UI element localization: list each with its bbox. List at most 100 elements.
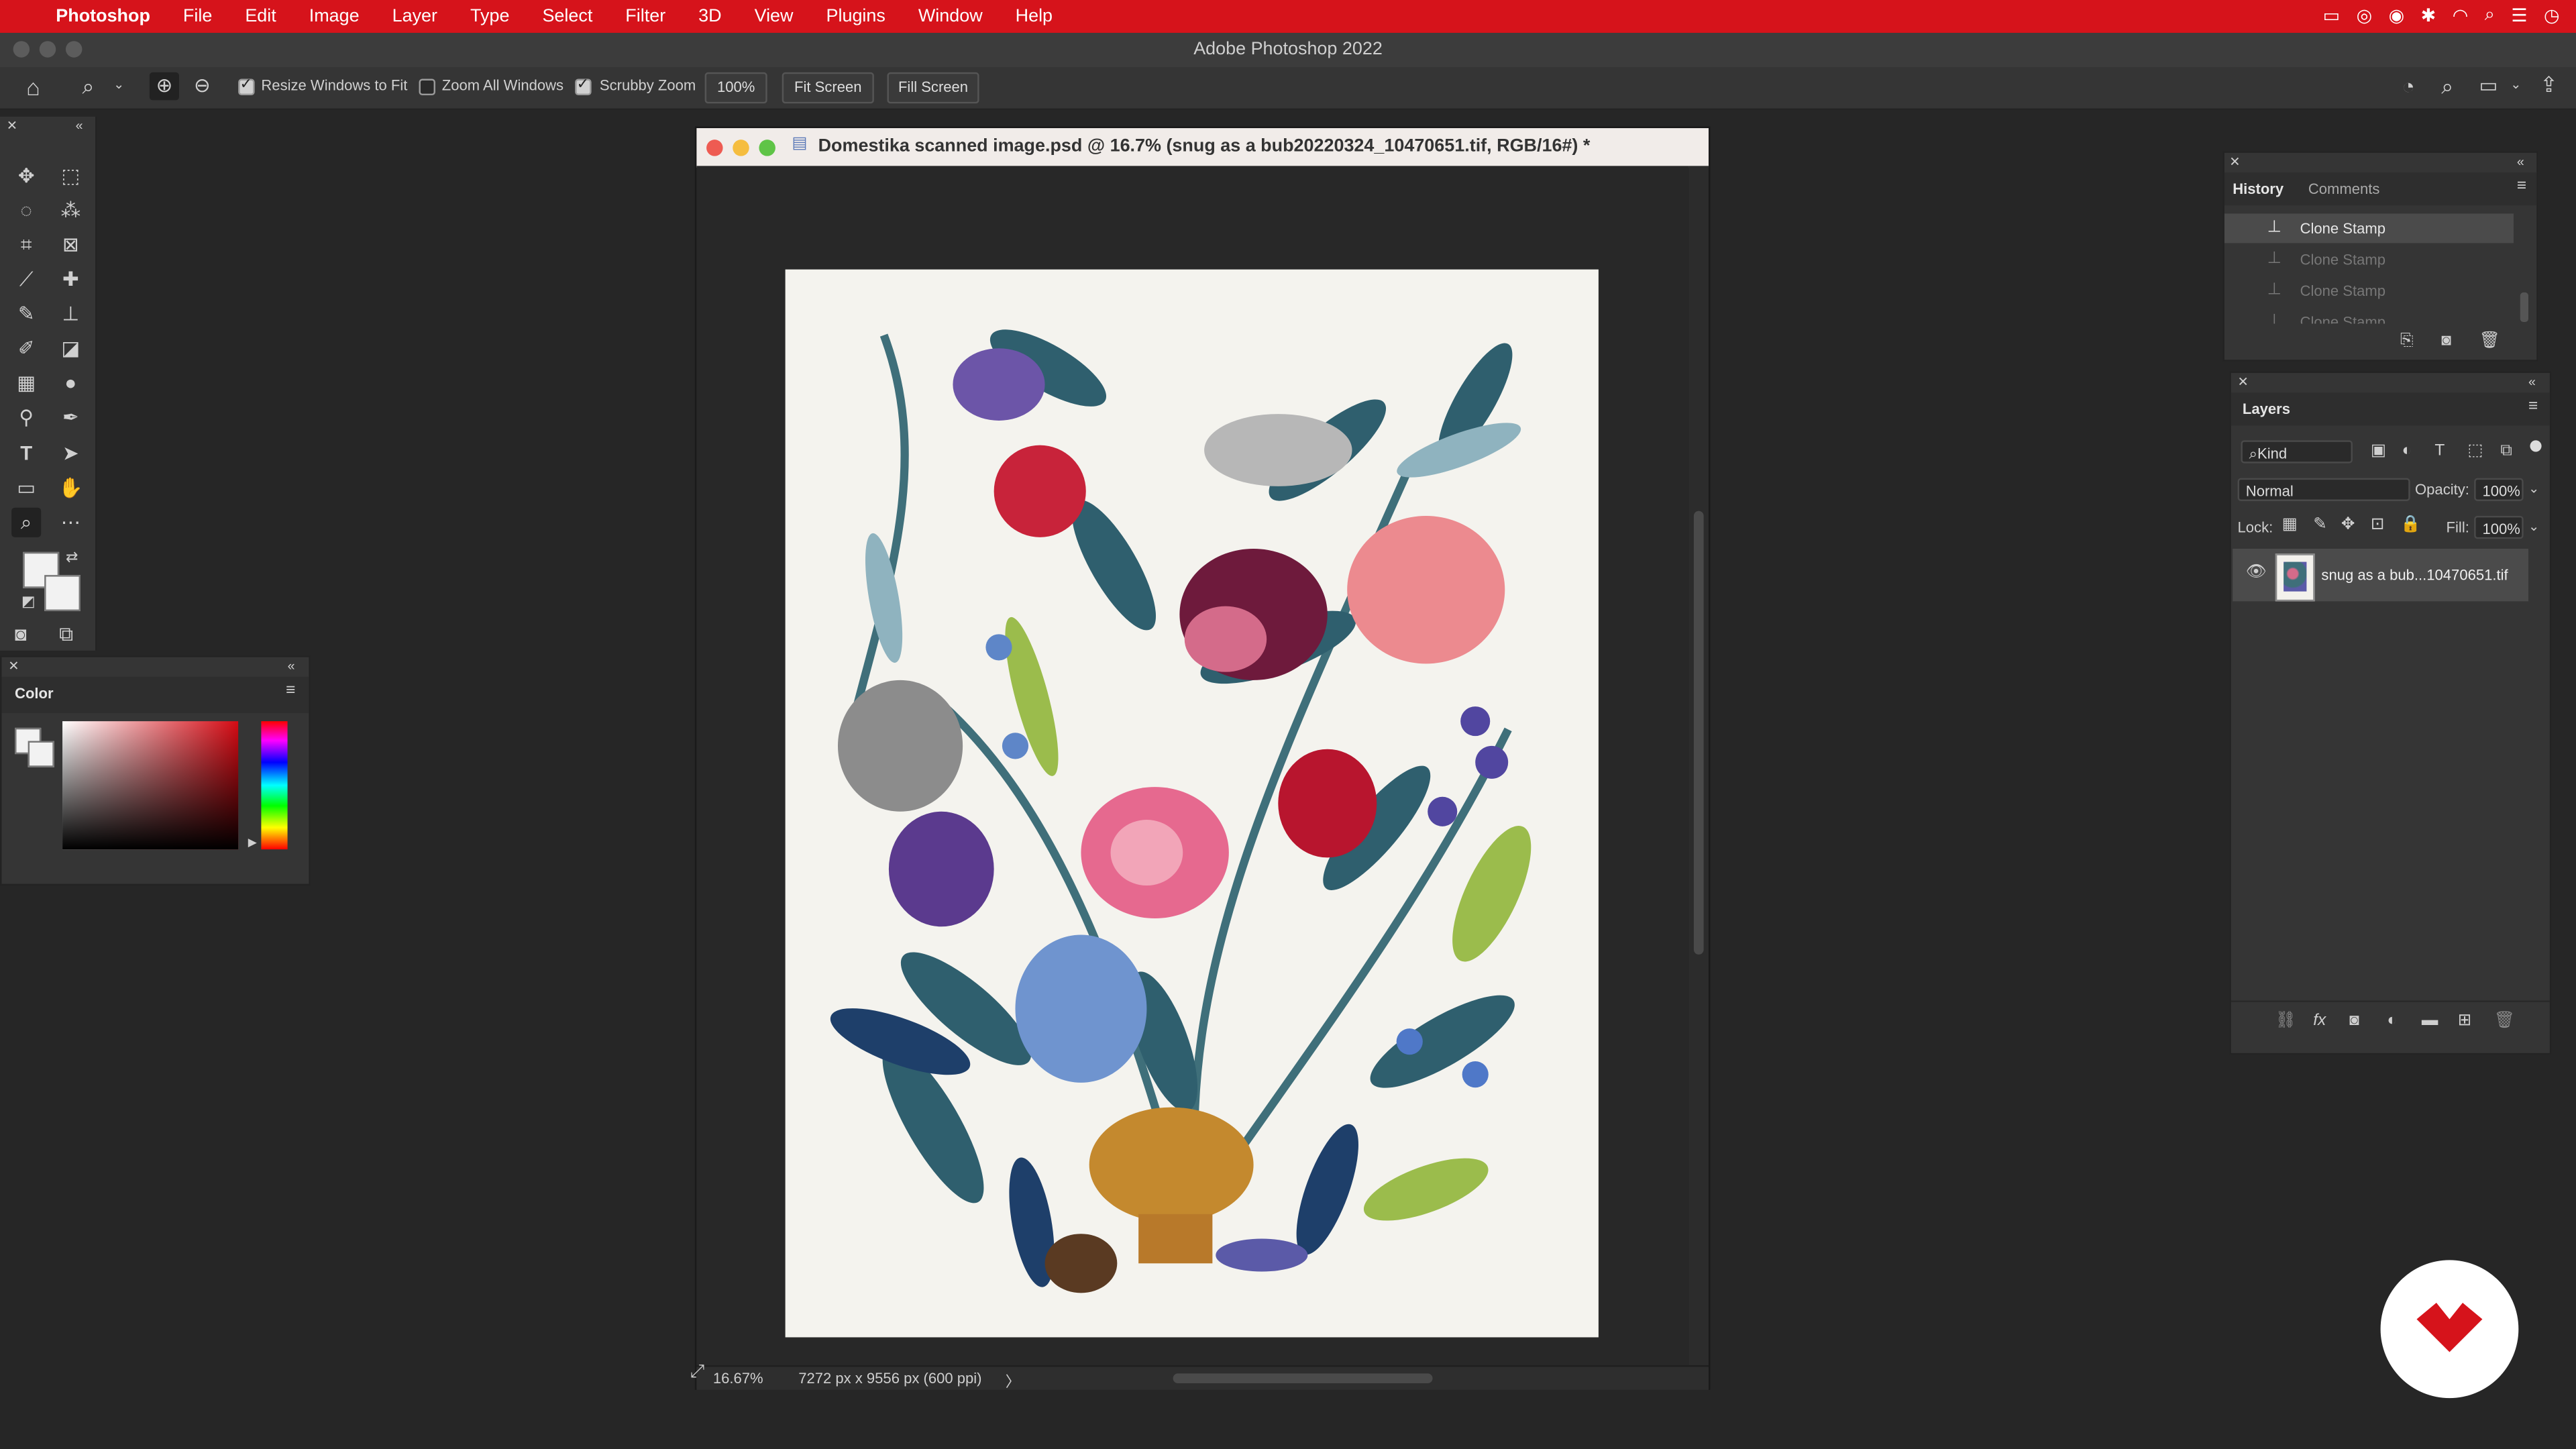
menu-view[interactable]: View (755, 7, 794, 26)
quick-mask-icon[interactable]: ◙ (15, 625, 27, 644)
resize-windows-checkbox[interactable] (238, 76, 255, 96)
filter-adjustment-icon[interactable]: ◐ (2402, 443, 2412, 460)
vertical-scroll-thumb[interactable] (1693, 511, 1704, 955)
artwork-image[interactable] (785, 269, 1599, 1338)
clone-stamp-tool-icon[interactable]: ⊥ (56, 299, 85, 329)
filter-toggle-icon[interactable] (2530, 440, 2542, 452)
hue-slider[interactable] (261, 721, 288, 850)
screen-mode-icon[interactable]: ⧉ (59, 625, 73, 644)
magic-wand-tool-icon[interactable]: ⁂ (56, 195, 85, 225)
color-bg-swatch[interactable] (28, 741, 54, 767)
fill-screen-button[interactable]: Fill Screen (887, 72, 979, 104)
zoom-value-field[interactable]: 100% (704, 72, 767, 104)
filter-pixel-icon[interactable]: ▣ (2371, 443, 2386, 460)
gradient-tool-icon[interactable]: ▦ (11, 368, 41, 398)
menu-image[interactable]: Image (309, 7, 360, 26)
menu-file[interactable]: File (183, 7, 212, 26)
adjustment-layer-icon[interactable]: ◐ (2387, 1013, 2397, 1030)
menu-help[interactable]: Help (1016, 7, 1053, 26)
history-item[interactable]: ⊥ Clone Stamp (2224, 245, 2514, 274)
doc-close-button[interactable] (706, 140, 723, 156)
tab-layers[interactable]: Layers (2243, 401, 2290, 417)
history-panel-collapse-icon[interactable]: « (2517, 155, 2524, 170)
filter-shape-icon[interactable]: ⬚ (2467, 443, 2483, 460)
spotlight-search-icon[interactable]: ⌕ (2485, 5, 2495, 26)
tab-history[interactable]: History (2233, 180, 2284, 197)
tab-comments[interactable]: Comments (2308, 180, 2380, 197)
menu-app-photoshop[interactable]: Photoshop (56, 7, 150, 26)
new-group-folder-icon[interactable]: ▬ (2422, 1013, 2438, 1030)
opacity-field[interactable]: 100% (2474, 478, 2524, 501)
new-layer-icon[interactable]: ⊞ (2458, 1013, 2472, 1030)
resize-corner-icon[interactable]: ⤢ (690, 1362, 705, 1382)
eraser-tool-icon[interactable]: ◪ (56, 333, 85, 363)
menu-layer[interactable]: Layer (392, 7, 437, 26)
menu-plugins[interactable]: Plugins (826, 7, 885, 26)
adobe-sync-icon[interactable]: ◉ (2389, 5, 2405, 26)
lasso-tool-icon[interactable]: ◌ (11, 195, 41, 225)
menu-filter[interactable]: Filter (625, 7, 665, 26)
doc-zoom-button[interactable] (759, 140, 775, 156)
color-panel-close-icon[interactable]: ✕ (8, 659, 19, 674)
hue-slider-handle-icon[interactable]: ▶ (248, 838, 257, 849)
layer-row[interactable]: 👁 snug as a bub...10470651.tif (2233, 548, 2529, 602)
healing-brush-tool-icon[interactable]: ✚ (56, 264, 85, 294)
layers-panel-menu-icon[interactable]: ≡ (2528, 398, 2538, 415)
history-item[interactable]: ⊥ Clone Stamp (2224, 213, 2514, 244)
control-center-icon[interactable]: ☰ (2511, 5, 2527, 26)
crop-tool-icon[interactable]: ⌗ (11, 230, 41, 260)
gear-status-icon[interactable]: ✱ (2421, 5, 2436, 26)
layer-filter-select[interactable]: ⌕Kind (2241, 440, 2353, 464)
menu-edit[interactable]: Edit (245, 7, 276, 26)
vertical-scrollbar[interactable] (1688, 166, 1709, 1366)
dodge-tool-icon[interactable]: ⚲ (11, 402, 41, 432)
canvas-area[interactable] (696, 166, 1689, 1366)
panel-collapse-icon[interactable]: « (76, 119, 83, 133)
eye-visibility-icon[interactable]: 👁 (2246, 564, 2267, 581)
new-document-from-state-icon[interactable]: ⎘ (2400, 333, 2414, 350)
menu-type[interactable]: Type (470, 7, 509, 26)
lock-position-icon[interactable]: ✥ (2341, 517, 2355, 533)
lock-image-icon[interactable]: ✎ (2313, 517, 2327, 533)
menu-3d[interactable]: 3D (698, 7, 721, 26)
hand-tool-icon[interactable]: ✋ (56, 473, 85, 502)
horizontal-scroll-thumb[interactable] (1173, 1373, 1433, 1384)
more-tools-icon[interactable]: ⋯ (56, 508, 85, 537)
lock-artboard-icon[interactable]: ⊡ (2371, 517, 2385, 533)
default-colors-icon[interactable]: ◩ (21, 594, 36, 610)
move-tool-icon[interactable]: ✥ (11, 161, 41, 191)
eyedropper-tool-icon[interactable]: ⟋ (11, 264, 41, 294)
color-saturation-field[interactable] (62, 721, 239, 850)
share-icon[interactable]: ⇪ (2540, 74, 2558, 95)
layer-name[interactable]: snug as a bub...10470651.tif (2321, 567, 2508, 583)
brush-tool-icon[interactable]: ✎ (11, 299, 41, 329)
color-panel-menu-icon[interactable]: ≡ (286, 683, 295, 700)
add-mask-icon[interactable]: ◙ (2349, 1013, 2359, 1030)
filter-type-icon[interactable]: T (2434, 443, 2445, 460)
marquee-tool-icon[interactable]: ⬚ (56, 161, 85, 191)
swap-colors-icon[interactable]: ⇄ (66, 549, 78, 565)
lock-transparent-icon[interactable]: ▦ (2282, 517, 2298, 533)
workspace-chevron-icon[interactable]: ⌄ (2510, 78, 2521, 93)
fx-icon[interactable]: fx (2313, 1013, 2326, 1030)
history-item[interactable]: ⊥ Clone Stamp (2224, 276, 2514, 305)
search-icon[interactable]: ⌕ (2441, 76, 2453, 97)
status-menu-arrow-icon[interactable]: 〉 (1006, 1370, 1020, 1391)
history-brush-tool-icon[interactable]: ✐ (11, 333, 41, 363)
wifi-icon[interactable]: ◠ (2453, 5, 2469, 26)
layers-panel-close-icon[interactable]: ✕ (2238, 376, 2249, 390)
fill-chevron-icon[interactable]: ⌄ (2528, 520, 2539, 534)
history-item[interactable]: ⊥ Clone Stamp (2224, 307, 2514, 323)
opacity-chevron-icon[interactable]: ⌄ (2528, 482, 2539, 496)
panel-close-icon[interactable]: ✕ (7, 119, 17, 133)
zoom-out-icon[interactable]: ⊖ (194, 76, 211, 95)
fit-screen-button[interactable]: Fit Screen (782, 72, 874, 104)
pen-tool-icon[interactable]: ✒ (56, 402, 85, 432)
blur-tool-icon[interactable]: ● (56, 368, 85, 398)
blend-mode-select[interactable]: Normal (2237, 478, 2410, 501)
history-trash-icon[interactable]: 🗑 (2479, 333, 2500, 350)
share-status-icon[interactable]: ◔ (2402, 76, 2414, 97)
doc-minimize-button[interactable] (733, 140, 749, 156)
home-icon[interactable]: ⌂ (26, 76, 40, 99)
history-scroll-thumb[interactable] (2520, 292, 2529, 323)
